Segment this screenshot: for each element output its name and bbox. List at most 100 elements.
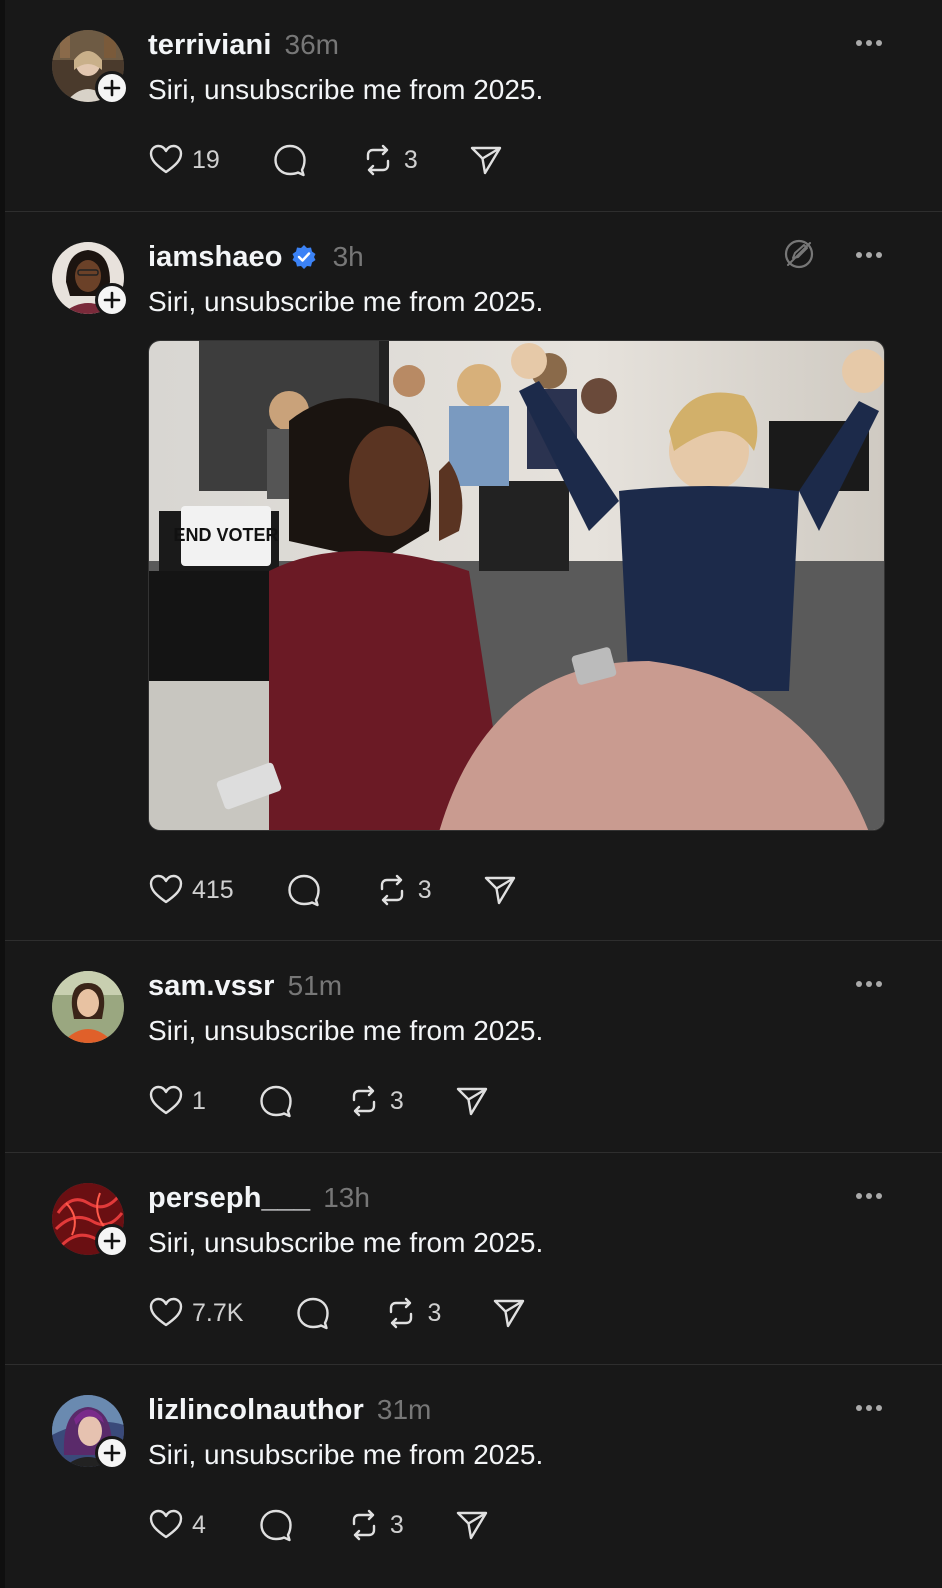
post-actions: 7.7K 3 bbox=[148, 1293, 559, 1333]
post-text: Siri, unsubscribe me from 2025. bbox=[148, 1015, 544, 1046]
post-image[interactable]: END VOTER bbox=[148, 340, 885, 831]
comment-bubble-icon bbox=[260, 1085, 292, 1118]
sign-text: END VOTER bbox=[173, 525, 278, 545]
repost-count: 3 bbox=[417, 875, 432, 904]
comment-bubble-icon bbox=[274, 144, 306, 177]
comment-button[interactable] bbox=[272, 142, 308, 178]
like-button[interactable]: 19 bbox=[148, 142, 220, 178]
username[interactable]: iamshaeo bbox=[148, 241, 283, 274]
send-icon bbox=[484, 876, 515, 905]
send-icon bbox=[456, 1087, 488, 1116]
like-count: 7.7K bbox=[192, 1298, 244, 1327]
heart-icon bbox=[149, 144, 183, 174]
post-text: Siri, unsubscribe me from 2025. bbox=[148, 1439, 544, 1470]
avatar-container[interactable] bbox=[52, 242, 129, 317]
like-button[interactable]: 7.7K bbox=[148, 1295, 243, 1331]
repost-icon bbox=[380, 874, 403, 906]
more-dots-icon bbox=[856, 40, 882, 46]
post-actions: 415 3 bbox=[148, 870, 550, 910]
post[interactable]: perseph___ 13h Siri, unsubscribe me from… bbox=[5, 1153, 942, 1365]
comment-button[interactable] bbox=[258, 1507, 294, 1543]
comment-button[interactable] bbox=[286, 872, 322, 908]
more-dots-icon bbox=[856, 252, 882, 258]
repost-button[interactable]: 3 bbox=[360, 142, 418, 178]
like-button[interactable]: 1 bbox=[148, 1083, 206, 1119]
follow-button[interactable] bbox=[95, 1224, 129, 1258]
comment-button[interactable] bbox=[258, 1083, 294, 1119]
comment-bubble-icon bbox=[260, 1509, 292, 1542]
repost-button[interactable]: 3 bbox=[346, 1083, 404, 1119]
more-button[interactable] bbox=[854, 969, 884, 999]
send-icon bbox=[470, 146, 501, 175]
repost-button[interactable]: 3 bbox=[383, 1295, 441, 1331]
timestamp: 3h bbox=[332, 241, 364, 272]
username[interactable]: perseph___ bbox=[148, 1182, 310, 1215]
plus-icon bbox=[103, 1232, 121, 1250]
like-button[interactable]: 415 bbox=[148, 872, 234, 908]
timestamp: 36m bbox=[284, 29, 339, 60]
more-button[interactable] bbox=[854, 28, 884, 58]
more-dots-icon bbox=[856, 1193, 882, 1199]
post-actions: 19 3 bbox=[148, 140, 536, 180]
like-count: 415 bbox=[192, 875, 234, 904]
share-button[interactable] bbox=[454, 1083, 490, 1119]
like-count: 4 bbox=[192, 1510, 206, 1539]
plus-icon bbox=[103, 291, 121, 309]
post-actions: 4 3 bbox=[148, 1505, 522, 1545]
verified-badge-icon bbox=[292, 245, 316, 269]
heart-icon bbox=[149, 874, 183, 904]
repost-count: 3 bbox=[389, 1510, 404, 1539]
repost-count: 3 bbox=[427, 1298, 442, 1327]
like-button[interactable]: 4 bbox=[148, 1507, 206, 1543]
post-header: lizlincolnauthor 31m bbox=[148, 1393, 431, 1427]
repost-button[interactable]: 3 bbox=[346, 1507, 404, 1543]
post-text: Siri, unsubscribe me from 2025. bbox=[148, 74, 544, 105]
like-count: 1 bbox=[192, 1086, 206, 1115]
repost-icon bbox=[352, 1085, 376, 1117]
timestamp: 31m bbox=[376, 1394, 432, 1425]
heart-icon bbox=[149, 1297, 183, 1327]
username[interactable]: sam.vssr bbox=[148, 970, 275, 1003]
repost-button[interactable]: 3 bbox=[374, 872, 432, 908]
avatar-image bbox=[52, 971, 124, 1043]
more-dots-icon bbox=[856, 1405, 882, 1411]
avatar[interactable] bbox=[52, 971, 124, 1043]
more-button[interactable] bbox=[854, 1181, 884, 1211]
avatar-container[interactable] bbox=[52, 971, 124, 1043]
follow-button[interactable] bbox=[95, 283, 129, 317]
share-button[interactable] bbox=[491, 1295, 527, 1331]
threads-feed: terriviani 36m Siri, unsubscribe me from… bbox=[0, 0, 942, 1588]
heart-icon bbox=[149, 1509, 183, 1539]
more-dots-icon bbox=[856, 981, 882, 987]
share-button[interactable] bbox=[454, 1507, 490, 1543]
send-icon bbox=[456, 1511, 488, 1540]
post[interactable]: iamshaeo 3h Siri, unsubscribe me from 20… bbox=[5, 212, 942, 941]
like-count: 19 bbox=[192, 145, 220, 174]
share-button[interactable] bbox=[468, 142, 504, 178]
comment-bubble-icon bbox=[297, 1297, 330, 1330]
post-header: terriviani 36m bbox=[148, 28, 339, 62]
follow-button[interactable] bbox=[95, 1436, 129, 1470]
repost-icon bbox=[366, 144, 390, 176]
avatar-container[interactable] bbox=[52, 1395, 129, 1470]
follow-button[interactable] bbox=[95, 71, 129, 105]
comment-bubble-icon bbox=[288, 874, 320, 907]
repost-icon bbox=[390, 1297, 413, 1329]
more-button[interactable] bbox=[854, 240, 884, 270]
post-header: sam.vssr 51m bbox=[148, 969, 342, 1003]
username[interactable]: lizlincolnauthor bbox=[148, 1394, 364, 1427]
plus-icon bbox=[103, 79, 121, 97]
repost-icon bbox=[352, 1509, 376, 1541]
username[interactable]: terriviani bbox=[148, 29, 272, 62]
share-button[interactable] bbox=[482, 872, 518, 908]
post[interactable]: terriviani 36m Siri, unsubscribe me from… bbox=[5, 0, 942, 212]
avatar-container[interactable] bbox=[52, 1183, 129, 1258]
post[interactable]: sam.vssr 51m Siri, unsubscribe me from 2… bbox=[5, 941, 942, 1153]
timestamp: 51m bbox=[287, 970, 343, 1001]
comment-button[interactable] bbox=[295, 1295, 331, 1331]
avatar-container[interactable] bbox=[52, 30, 129, 105]
post[interactable]: lizlincolnauthor 31m Siri, unsubscribe m… bbox=[5, 1365, 942, 1588]
more-button[interactable] bbox=[854, 1393, 884, 1423]
photo-illustration: END VOTER bbox=[149, 341, 884, 830]
mute-icon[interactable] bbox=[782, 237, 816, 271]
